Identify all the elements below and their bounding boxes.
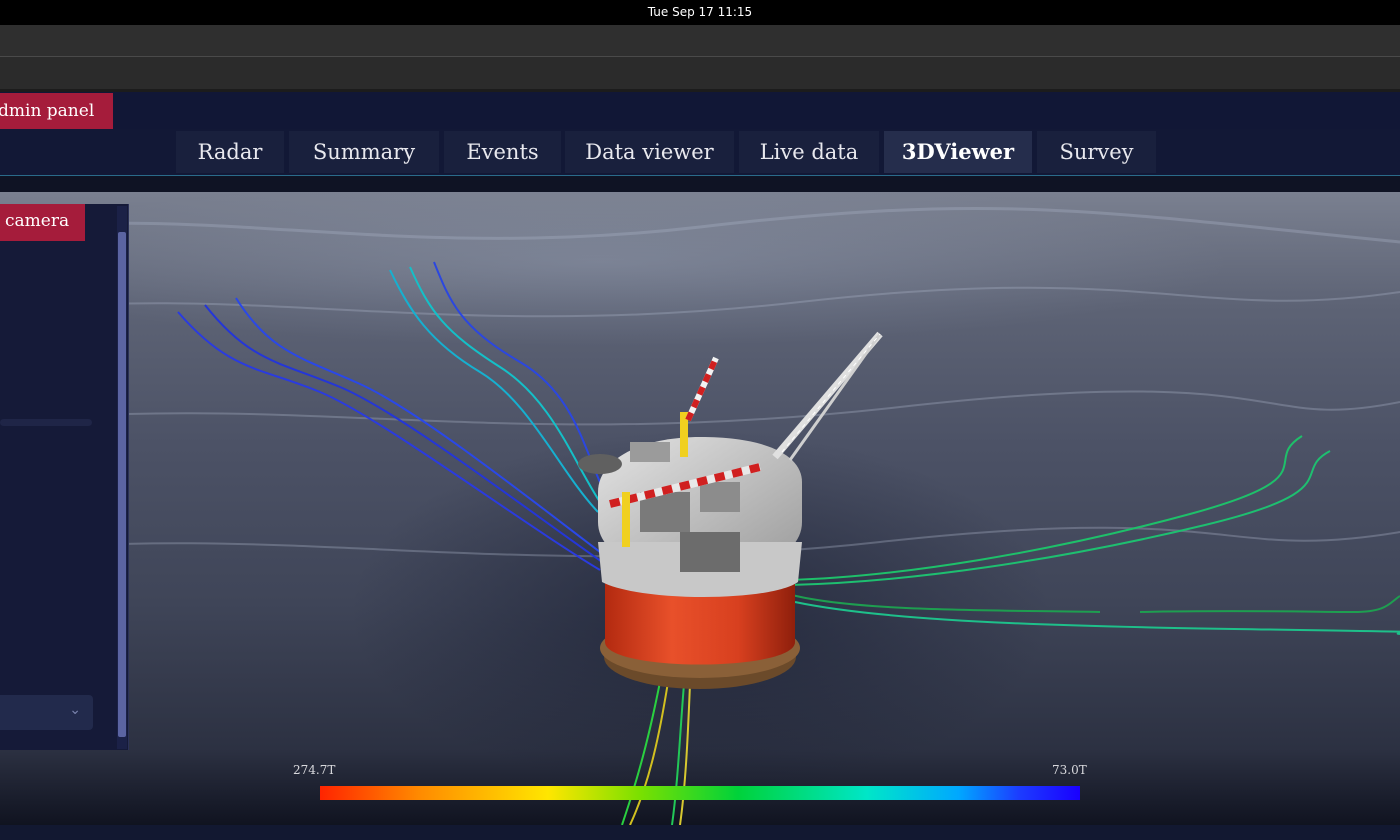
tab-survey[interactable]: Survey (1037, 131, 1156, 173)
camera-button[interactable]: camera (0, 204, 85, 241)
scale-min-label: 73.0T (1052, 763, 1087, 777)
side-panel-scroll-thumb[interactable] (118, 232, 126, 737)
camera-side-panel (0, 204, 129, 750)
admin-panel-button[interactable]: dmin panel (0, 93, 113, 130)
tab-3dviewer[interactable]: 3DViewer (884, 131, 1032, 173)
browser-address-bar (0, 57, 1400, 92)
browser-toolbar (0, 25, 1400, 57)
side-panel-slider[interactable] (0, 419, 92, 426)
scale-max-label: 274.7T (293, 763, 336, 777)
risers-left (177, 261, 611, 571)
bottom-bar (0, 825, 1400, 840)
tension-color-scale (320, 786, 1080, 800)
side-panel-select[interactable]: ⌄ (0, 695, 93, 730)
3d-viewport[interactable] (0, 192, 1400, 825)
chevron-down-icon: ⌄ (69, 702, 81, 718)
system-clock: Tue Sep 17 11:15 (0, 0, 1400, 25)
tab-radar[interactable]: Radar (176, 131, 284, 173)
nav-spacer (0, 176, 1400, 192)
tab-live-data[interactable]: Live data (739, 131, 879, 173)
tab-events[interactable]: Events (444, 131, 561, 173)
3d-scene-svg (0, 206, 1400, 825)
platform-model (578, 331, 883, 689)
app-header (0, 92, 1400, 129)
tab-summary[interactable]: Summary (289, 131, 439, 173)
tab-data-viewer[interactable]: Data viewer (565, 131, 734, 173)
